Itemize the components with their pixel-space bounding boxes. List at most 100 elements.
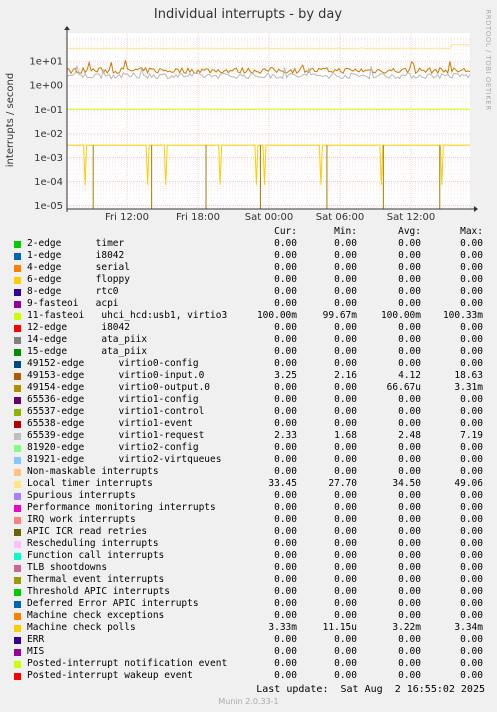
legend-avg: 2.48 [398,430,421,441]
legend-swatch [14,469,21,476]
legend-swatch [14,613,21,620]
legend-max: 0.00 [460,274,483,285]
legend-max: 0.00 [460,670,483,681]
legend-max: 0.00 [460,298,483,309]
legend-swatch [14,337,21,344]
legend-name: TLB shootdowns [27,562,108,573]
legend-min: 0.00 [334,394,357,405]
x-axis-arrow [474,206,478,212]
x-tick-label: Sat 06:00 [316,212,364,222]
legend-name: Non-maskable interrupts [27,466,159,477]
legend-min: 0.00 [334,646,357,657]
legend-max: 0.00 [460,550,483,561]
legend-min: 99.67m [322,310,357,321]
legend-min: 0.00 [334,346,357,357]
legend-row: Deferred Error APIC interrupts 0.00 0.00 0.… [0,598,497,610]
legend-max: 0.00 [460,490,483,501]
legend-avg: 0.00 [398,454,421,465]
legend-min: 0.00 [334,538,357,549]
legend-swatch [14,553,21,560]
legend-max: 0.00 [460,586,483,597]
legend-name: Function call interrupts [27,550,165,561]
legend-swatch [14,625,21,632]
legend-min: 0.00 [334,466,357,477]
legend-row: 81920-edge virtio2-config 0.00 0.00 0.00 0.0… [0,442,497,454]
legend-swatch [14,289,21,296]
legend-swatch [14,373,21,380]
legend-min: 0.00 [334,262,357,273]
legend-name: Performance monitoring interrupts [27,502,216,513]
legend-min: 0.00 [334,406,357,417]
legend-max: 7.19 [460,430,483,441]
legend-avg: 0.00 [398,610,421,621]
legend-avg: 0.00 [398,502,421,513]
legend-row: ERR 0.00 0.00 0.00 0.00 [0,634,497,646]
legend-name: Local timer interrupts [27,478,153,489]
legend-max: 0.00 [460,394,483,405]
legend-min: 0.00 [334,454,357,465]
legend-avg: 0.00 [398,322,421,333]
legend-min: 0.00 [334,418,357,429]
last-update: Last update: Sat Aug 2 16:55:02 2025 [256,684,485,695]
legend-swatch [14,325,21,332]
legend-name: 65536-edge virtio1-config [27,394,199,405]
legend-name: 8-edge rtc0 [27,286,119,297]
legend-avg: 0.00 [398,442,421,453]
legend-row: TLB shootdowns 0.00 0.00 0.00 0.00 [0,562,497,574]
legend-row: Machine check polls 3.33m 11.15u 3.22m 3.34m [0,622,497,634]
chart: Individual interrupts - by day interrupt… [5,7,492,222]
y-axis-arrow [64,26,70,30]
legend-swatch [14,349,21,356]
legend-max: 100.33m [442,310,483,321]
legend-swatch [14,529,21,536]
legend-max: 0.00 [460,406,483,417]
legend-avg: 0.00 [398,274,421,285]
legend-swatch [14,421,21,428]
legend-name: 2-edge timer [27,238,125,249]
legend-min: 0.00 [334,610,357,621]
legend-swatch [14,505,21,512]
legend-max: 0.00 [460,454,483,465]
legend-swatch [14,265,21,272]
legend-swatch [14,481,21,488]
legend-name: 11-fasteoi uhci_hcd:usb1, virtio3 [27,310,228,321]
legend-swatch [14,277,21,284]
legend-swatch [14,241,21,248]
legend-avg: 0.00 [398,466,421,477]
legend-row: 65539-edge virtio1-request 2.33 1.68 2.48 7.… [0,430,497,442]
legend-name: Spurious interrupts [27,490,136,501]
legend-row: 65538-edge virtio1-event 0.00 0.00 0.00 0.00 [0,418,497,430]
legend-avg: 0.00 [398,658,421,669]
legend-row: 1-edge i8042 0.00 0.00 0.00 0.00 [0,250,497,262]
legend-name: 49154-edge virtio0-output.0 [27,382,211,393]
legend-row: 81921-edge virtio2-virtqueues 0.00 0.00 0.0… [0,454,497,466]
legend-min: 11.15u [322,622,357,633]
legend-min: 0.00 [334,550,357,561]
legend-avg: 34.50 [392,478,421,489]
legend-max: 0.00 [460,538,483,549]
legend-avg: 66.67u [386,382,421,393]
legend-min: 0.00 [334,502,357,513]
legend-max: 0.00 [460,610,483,621]
legend-swatch [14,301,21,308]
legend-max: 0.00 [460,322,483,333]
legend-min: 0.00 [334,238,357,249]
series-line [66,108,471,111]
legend-row: Non-maskable interrupts 0.00 0.00 0.00 0.00 [0,466,497,478]
legend-max: 0.00 [460,502,483,513]
legend-min: 0.00 [334,298,357,309]
legend-max: 0.00 [460,574,483,585]
legend-max: 0.00 [460,262,483,273]
legend-avg: 0.00 [398,238,421,249]
y-tick-label: 1e+01 [29,57,63,68]
legend-swatch [14,649,21,656]
legend-max: 0.00 [460,346,483,357]
legend-max: 0.00 [460,562,483,573]
y-tick-label: 1e-02 [34,129,63,140]
legend-row: Posted-interrupt wakeup event 0.00 0.00 0.0… [0,670,497,682]
rrdtool-credit: RRDTOOL / TOBI OETIKER [484,9,492,110]
legend-name: 81921-edge virtio2-virtqueues [27,454,222,465]
legend-max: 3.31m [454,382,483,393]
legend-name: 81920-edge virtio2-config [27,442,199,453]
legend-swatch [14,637,21,644]
